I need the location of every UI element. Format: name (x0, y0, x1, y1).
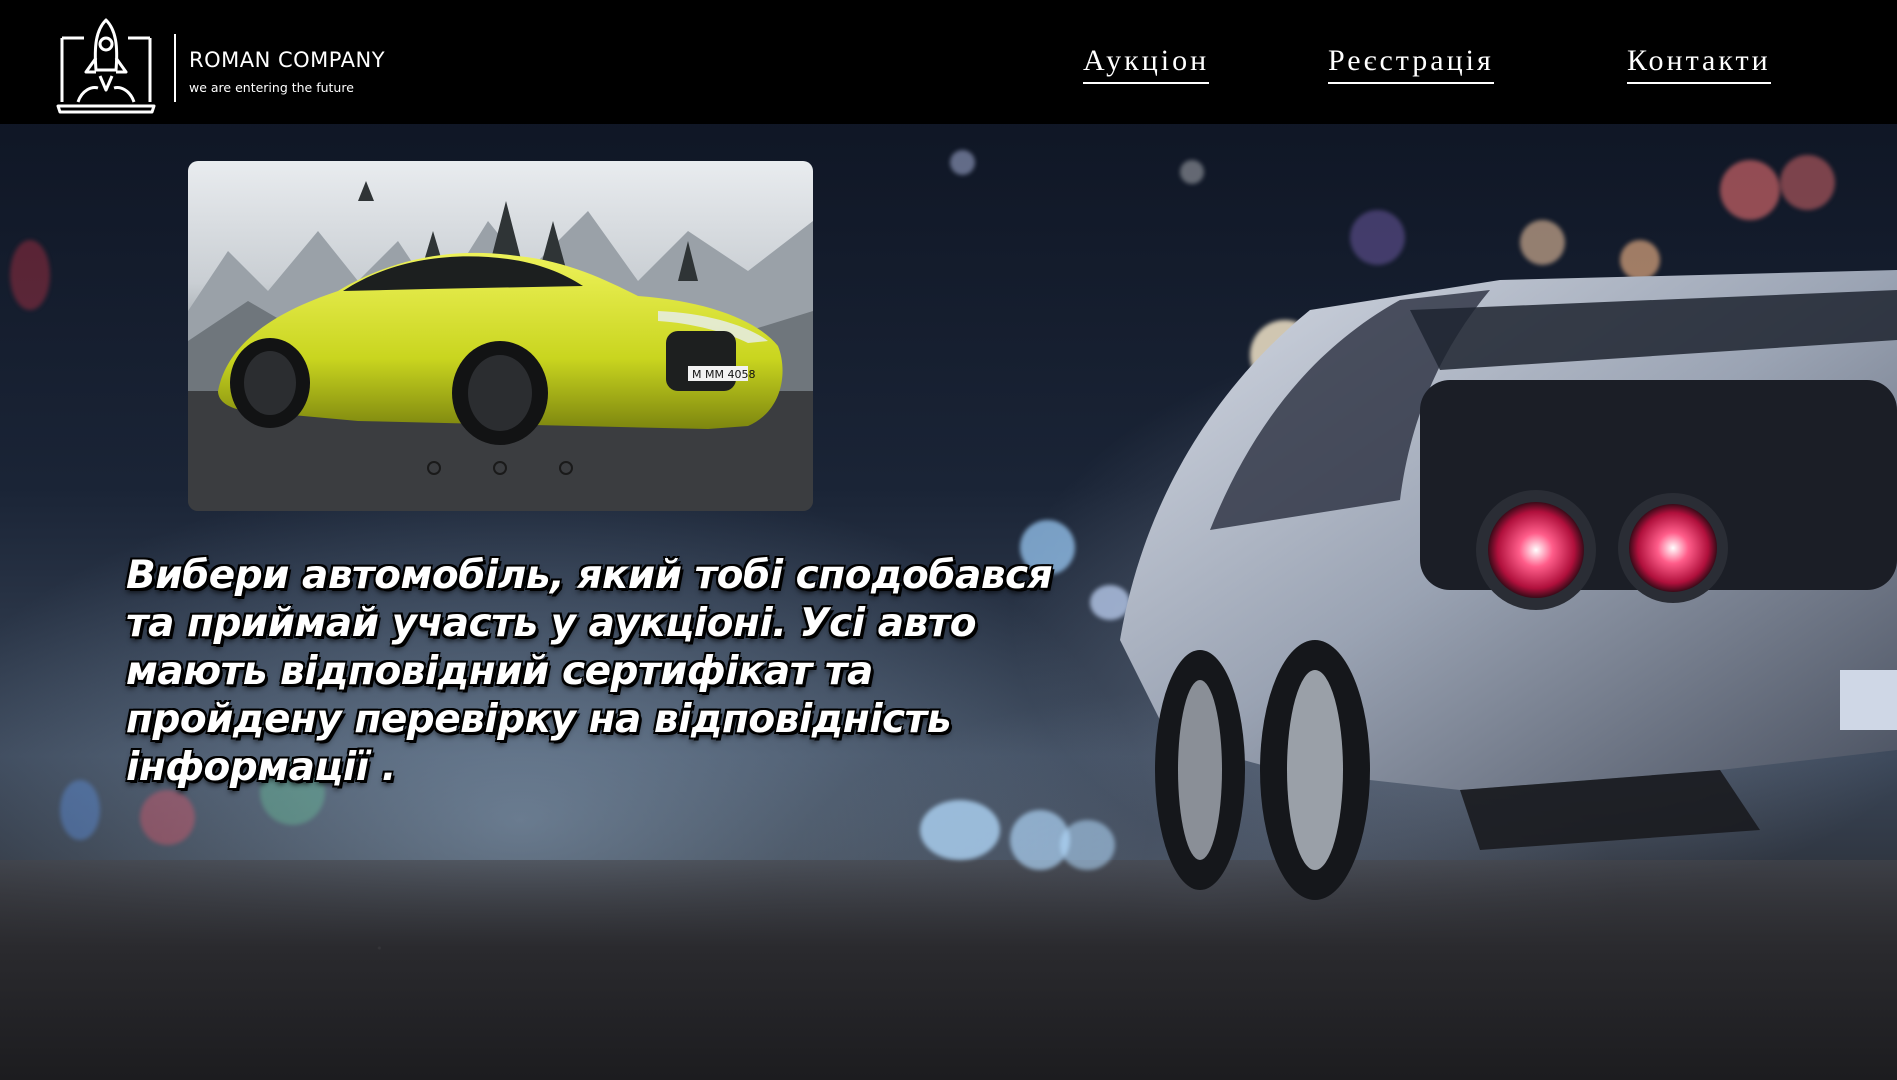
slider-dot-3[interactable] (559, 461, 573, 475)
brand-name[interactable]: ROMAN COMPANY (189, 48, 385, 72)
hero-description: Вибери автомобіль, який тобі сподобався … (126, 553, 1053, 790)
license-plate-text: M MM 4058 (692, 368, 755, 381)
slider-dot-1[interactable] (427, 461, 441, 475)
slide-image-yellow-car: M MM 4058 (188, 181, 813, 511)
slider-dot-2[interactable] (493, 461, 507, 475)
nav-link-auction[interactable]: Аукціон (1083, 44, 1210, 84)
site-header: ROMAN COMPANY we are entering the future… (0, 0, 1897, 124)
nav-link-contacts[interactable]: Контакти (1627, 44, 1771, 84)
car-image-slider[interactable]: M MM 4058 (188, 161, 813, 511)
logo-divider (174, 34, 176, 102)
rocket-laptop-icon[interactable] (56, 16, 156, 116)
nav-link-registration[interactable]: Реєстрація (1328, 44, 1494, 84)
background-car-illustration (1120, 270, 1897, 900)
brand-tagline: we are entering the future (189, 80, 354, 95)
